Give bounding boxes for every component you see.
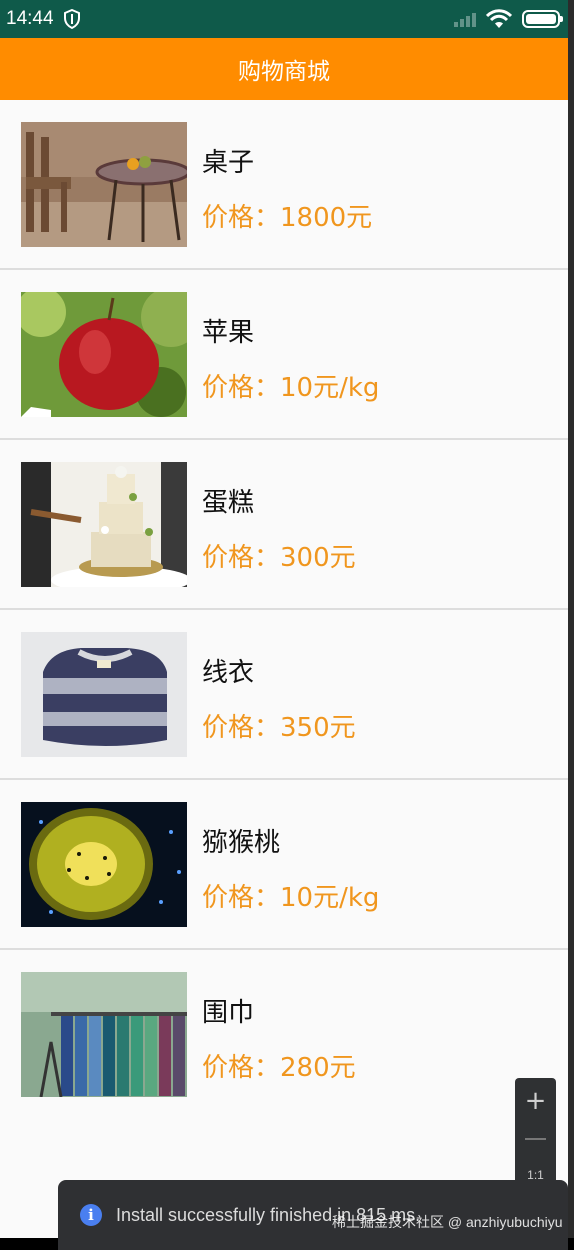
zoom-out-button[interactable] (525, 1138, 546, 1140)
apple-photo (21, 292, 187, 417)
product-name: 桌子 (202, 148, 255, 178)
product-price: 价格：1800元 (202, 203, 373, 233)
emulator-edge (568, 0, 574, 1250)
product-price: 价格：300元 (202, 543, 356, 573)
info-icon: i (80, 1204, 102, 1226)
battery-icon (522, 10, 563, 28)
app-bar: 购物商城 (0, 38, 568, 100)
product-price: 价格：280元 (202, 1053, 356, 1083)
product-name: 苹果 (202, 318, 255, 348)
product-price: 价格：350元 (202, 713, 356, 743)
wifi-icon (486, 9, 512, 28)
list-item[interactable]: 苹果 价格：10元/kg (0, 270, 568, 440)
product-name: 蛋糕 (202, 488, 255, 518)
list-item[interactable]: 线衣 价格：350元 (0, 610, 568, 780)
product-name: 猕猴桃 (202, 828, 281, 858)
product-name: 围巾 (202, 998, 255, 1028)
status-bar: 14:44 (0, 0, 568, 38)
scarf-photo (21, 972, 187, 1097)
list-item[interactable]: 桌子 价格：1800元 (0, 100, 568, 270)
cake-photo (21, 462, 187, 587)
list-item[interactable]: 猕猴桃 价格：10元/kg (0, 780, 568, 950)
product-price: 价格：10元/kg (202, 883, 380, 913)
status-time: 14:44 (6, 8, 54, 29)
signal-icon (454, 11, 476, 27)
watermark: 稀土掘金技术社区 @ anzhiyubuchiyu (332, 1214, 563, 1230)
product-price: 价格：10元/kg (202, 373, 380, 403)
app-title: 购物商城 (238, 59, 330, 85)
zoom-tool: + 1:1 (515, 1078, 556, 1188)
kiwi-photo (21, 802, 187, 927)
list-item[interactable]: 蛋糕 价格：300元 (0, 440, 568, 610)
shield-icon (63, 9, 80, 29)
sweater-photo (21, 632, 187, 757)
zoom-in-button[interactable]: + (515, 1086, 556, 1116)
product-name: 线衣 (202, 658, 255, 688)
table-photo (21, 122, 187, 247)
list-item[interactable]: 围巾 价格：280元 (0, 950, 568, 1120)
product-list[interactable]: 桌子 价格：1800元 苹果 价格：10元/kg 蛋糕 价格：300元 线衣 价… (0, 100, 568, 1238)
